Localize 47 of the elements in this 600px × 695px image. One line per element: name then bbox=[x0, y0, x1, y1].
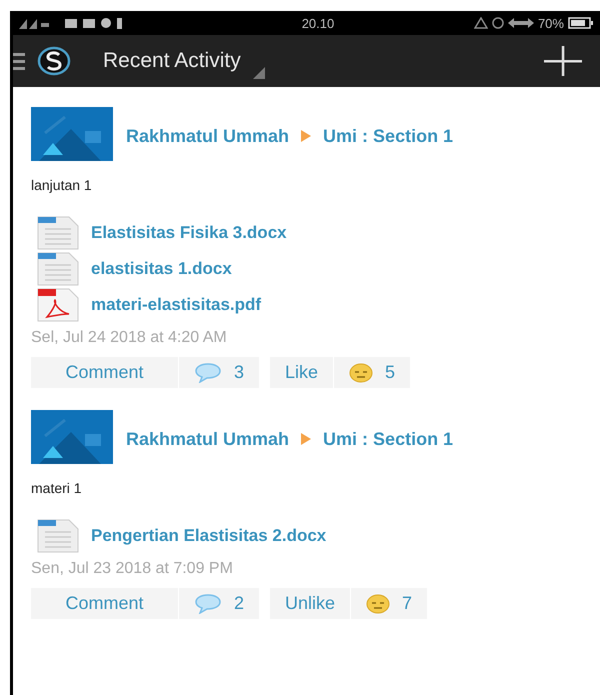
file-link[interactable]: Pengertian Elastisitas 2.docx bbox=[91, 526, 326, 546]
smiley-icon bbox=[366, 594, 390, 614]
comment-count-button[interactable]: 3 bbox=[179, 357, 260, 388]
comment-count: 3 bbox=[234, 362, 244, 383]
arrow-right-icon bbox=[301, 130, 312, 142]
author-link[interactable]: Rakhmatul Ummah bbox=[126, 428, 290, 450]
menu-icon[interactable] bbox=[13, 52, 25, 70]
speech-bubble-icon bbox=[194, 362, 222, 382]
section-link[interactable]: Umi : Section 1 bbox=[323, 428, 454, 450]
arrow-right-icon bbox=[301, 433, 312, 445]
post-date: Sen, Jul 23 2018 at 7:09 PM bbox=[31, 560, 234, 578]
smiley-icon bbox=[349, 362, 374, 382]
like-count: 7 bbox=[402, 593, 412, 614]
like-count-button[interactable]: 5 bbox=[334, 357, 412, 388]
author-link[interactable]: Rakhmatul Ummah bbox=[126, 126, 290, 146]
comment-button[interactable]: Comment bbox=[31, 588, 179, 619]
like-button[interactable]: Like bbox=[270, 357, 334, 388]
post-date: Sel, Jul 24 2018 at 4:20 AM bbox=[31, 329, 228, 347]
comment-button[interactable]: Comment bbox=[31, 357, 179, 388]
add-icon[interactable] bbox=[544, 46, 582, 76]
battery-percent: 70% bbox=[538, 16, 564, 30]
section-link[interactable]: Umi : Section 1 bbox=[323, 126, 454, 146]
file-link[interactable]: Elastisitas Fisika 3.docx bbox=[91, 223, 287, 243]
post-text: materi 1 bbox=[31, 480, 83, 496]
like-count: 5 bbox=[385, 362, 396, 383]
comment-count-button[interactable]: 2 bbox=[179, 588, 260, 619]
battery-icon bbox=[568, 17, 594, 29]
dropdown-corner-icon[interactable] bbox=[252, 67, 265, 79]
like-button[interactable]: Unlike bbox=[270, 588, 352, 619]
like-count-button[interactable]: 7 bbox=[351, 588, 428, 619]
file-link[interactable]: elastisitas 1.docx bbox=[91, 259, 232, 279]
document-file-icon bbox=[37, 252, 79, 286]
course-avatar-icon[interactable] bbox=[31, 410, 113, 464]
document-file-icon bbox=[37, 519, 79, 553]
data-transfer-icon bbox=[508, 17, 534, 29]
warning-icon bbox=[474, 17, 488, 29]
file-link[interactable]: materi-elastisitas.pdf bbox=[91, 295, 262, 315]
status-time: 20.10 bbox=[302, 16, 334, 30]
alarm-icon bbox=[492, 17, 504, 29]
course-avatar-icon[interactable] bbox=[31, 107, 113, 161]
speech-bubble-icon bbox=[194, 594, 222, 614]
comment-count: 2 bbox=[234, 593, 244, 614]
logo-icon[interactable] bbox=[37, 46, 71, 76]
screen-title[interactable]: Recent Activity bbox=[103, 49, 241, 73]
document-file-icon bbox=[37, 216, 79, 250]
post-text: lanjutan 1 bbox=[31, 177, 93, 193]
pdf-file-icon bbox=[37, 288, 79, 322]
